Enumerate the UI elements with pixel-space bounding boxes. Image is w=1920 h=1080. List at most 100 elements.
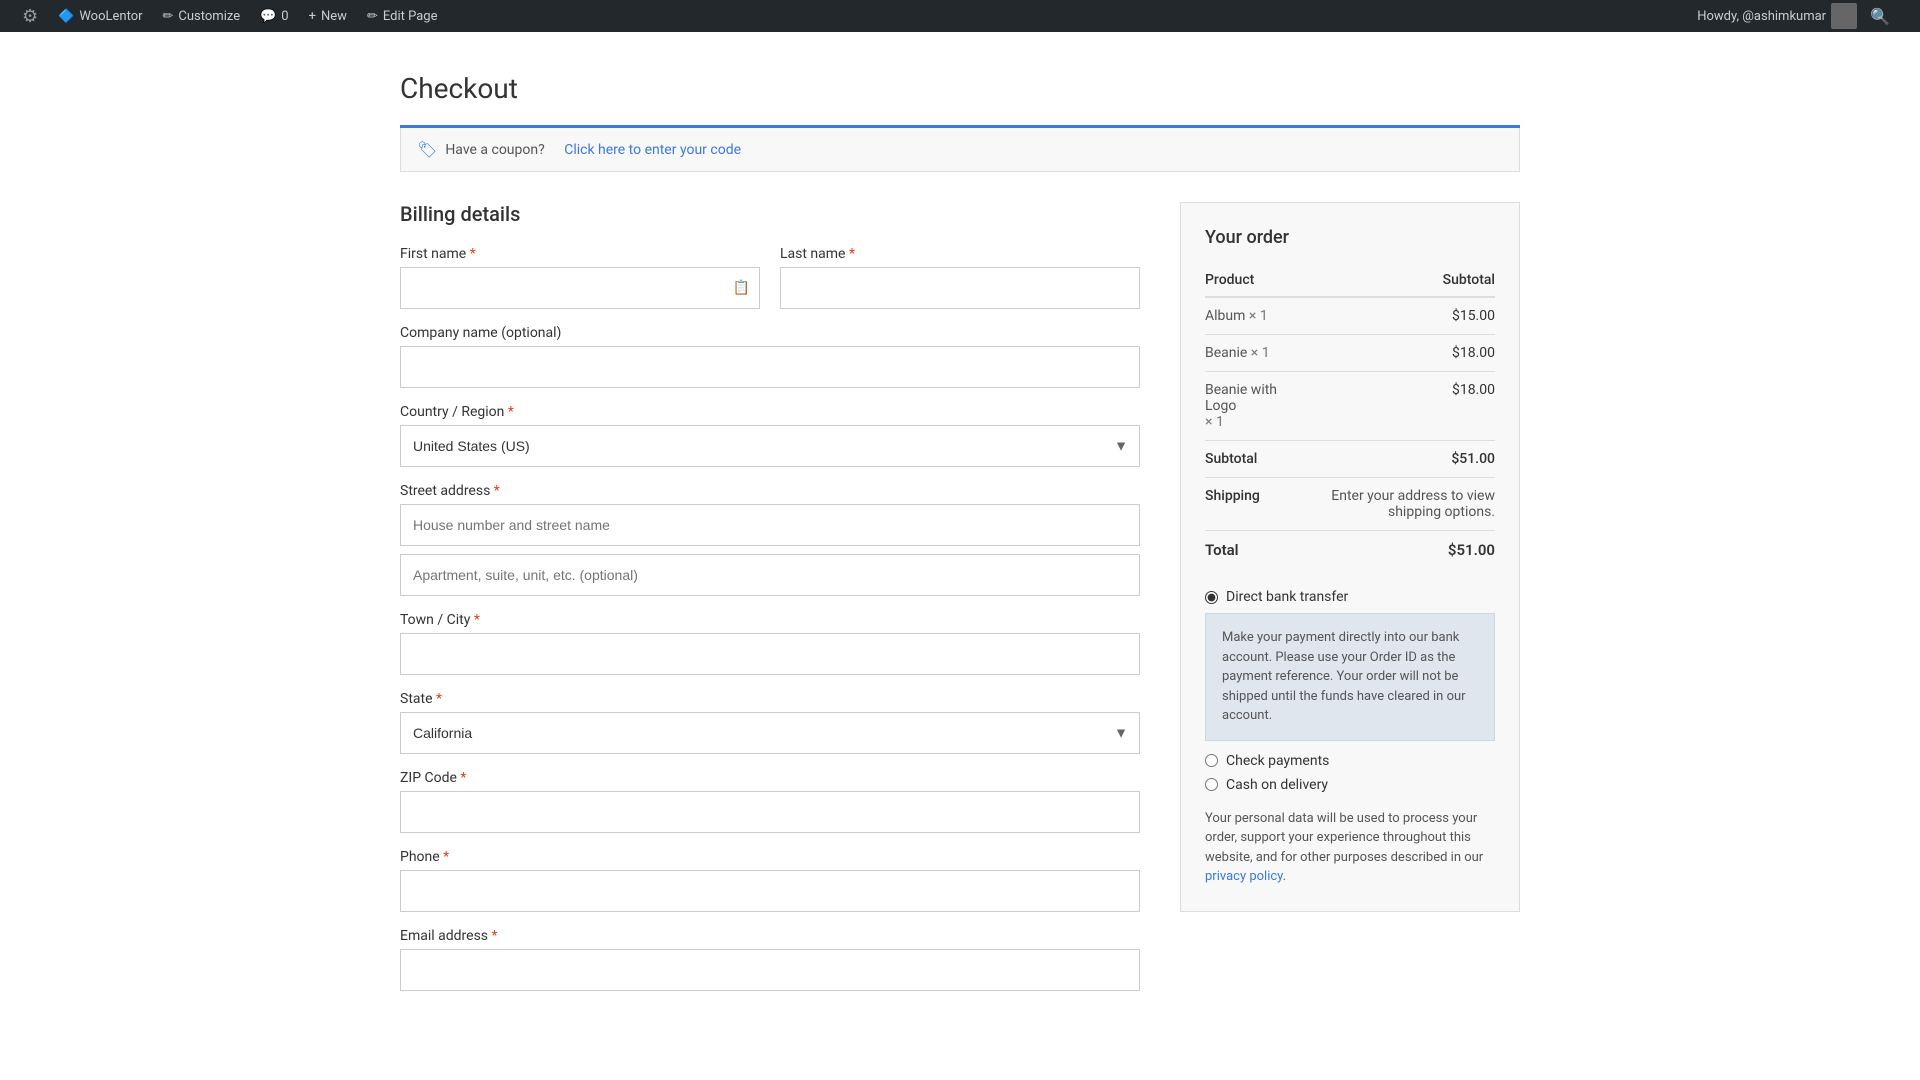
- new-button[interactable]: + New: [299, 0, 357, 32]
- zip-required: *: [460, 770, 466, 786]
- admin-greeting: Howdy, @ashimkumar 🔍: [1687, 3, 1908, 29]
- edit-page-button[interactable]: ✏ Edit Page: [357, 0, 448, 32]
- page-title: Checkout: [400, 72, 1520, 105]
- state-select[interactable]: California: [400, 712, 1140, 754]
- phone-label: Phone *: [400, 849, 1140, 865]
- email-required: *: [492, 928, 498, 944]
- street-label: Street address *: [400, 483, 1140, 499]
- order-item-beanie-logo: Beanie with Logo× 1 $18.00: [1205, 372, 1495, 441]
- subtotal-label: Subtotal: [1205, 441, 1295, 478]
- order-title: Your order: [1205, 227, 1495, 248]
- coupon-notice-wrap: 🏷 Have a coupon? Click here to enter you…: [400, 125, 1520, 172]
- order-item-beanie-name: Beanie × 1: [1205, 335, 1295, 372]
- first-name-icon: 📋: [733, 280, 750, 296]
- last-name-input[interactable]: [780, 267, 1140, 309]
- payment-radio-check[interactable]: [1205, 754, 1218, 767]
- email-label: Email address *: [400, 928, 1140, 944]
- billing-section-title: Billing details: [400, 202, 1140, 226]
- phone-input[interactable]: [400, 870, 1140, 912]
- phone-required: *: [443, 849, 449, 865]
- checkout-layout: Billing details First name * 📋: [400, 202, 1520, 1007]
- company-row: Company name (optional): [400, 325, 1140, 388]
- payment-section: Direct bank transfer Make your payment d…: [1205, 589, 1495, 887]
- admin-bar: ⚙ 🔷 WooLentor ✏ Customize 💬 0 + New ✏ Ed…: [0, 0, 1920, 32]
- email-row: Email address *: [400, 928, 1140, 991]
- zip-input[interactable]: [400, 791, 1140, 833]
- page-wrapper: Checkout 🏷 Have a coupon? Click here to …: [0, 32, 1920, 1080]
- company-label: Company name (optional): [400, 325, 1140, 341]
- payment-label-direct-bank[interactable]: Direct bank transfer: [1226, 589, 1348, 605]
- last-name-label: Last name *: [780, 246, 1140, 262]
- town-required: *: [474, 612, 480, 628]
- company-input[interactable]: [400, 346, 1140, 388]
- shipping-value: Enter your address to view shipping opti…: [1295, 478, 1495, 531]
- coupon-notice: 🏷 Have a coupon? Click here to enter you…: [400, 128, 1520, 172]
- town-row: Town / City *: [400, 612, 1140, 675]
- total-value: $51.00: [1295, 531, 1495, 570]
- order-table: Product Subtotal Album × 1 $15.00: [1205, 264, 1495, 569]
- shipping-row: Shipping Enter your address to view ship…: [1205, 478, 1495, 531]
- country-row: Country / Region * United States (US) ▼: [400, 404, 1140, 467]
- payment-radio-cash[interactable]: [1205, 778, 1218, 791]
- product-col-header: Product: [1205, 264, 1295, 297]
- subtotal-col-header: Subtotal: [1295, 264, 1495, 297]
- first-name-required: *: [470, 246, 476, 262]
- phone-row: Phone *: [400, 849, 1140, 912]
- shipping-label: Shipping: [1205, 478, 1295, 531]
- first-name-input[interactable]: [400, 267, 760, 309]
- payment-radio-direct-bank[interactable]: [1205, 591, 1218, 604]
- email-input[interactable]: [400, 949, 1140, 991]
- billing-column: Billing details First name * 📋: [400, 202, 1140, 1007]
- street-row: Street address *: [400, 483, 1140, 596]
- country-label: Country / Region *: [400, 404, 1140, 420]
- payment-description-direct-bank: Make your payment directly into our bank…: [1205, 613, 1495, 741]
- payment-option-direct-bank: Direct bank transfer: [1205, 589, 1495, 605]
- street-input-2[interactable]: [400, 554, 1140, 596]
- total-row: Total $51.00: [1205, 531, 1495, 570]
- country-required: *: [508, 404, 514, 420]
- first-name-field: First name * 📋: [400, 246, 760, 309]
- woolentor-button[interactable]: 🔷 WooLentor: [48, 0, 152, 32]
- last-name-required: *: [849, 246, 855, 262]
- order-item-album-name: Album × 1: [1205, 297, 1295, 335]
- first-name-label: First name *: [400, 246, 760, 262]
- zip-label: ZIP Code *: [400, 770, 1140, 786]
- payment-option-check: Check payments: [1205, 753, 1495, 769]
- coupon-icon: 🏷: [417, 140, 437, 159]
- name-row: First name * 📋 Last name *: [400, 246, 1140, 309]
- payment-option-cash: Cash on delivery: [1205, 777, 1495, 793]
- content-area: Checkout 🏷 Have a coupon? Click here to …: [380, 32, 1540, 1067]
- order-item-beanie-logo-name: Beanie with Logo× 1: [1205, 372, 1295, 441]
- first-name-input-wrap: 📋: [400, 267, 760, 309]
- payment-label-cash[interactable]: Cash on delivery: [1226, 777, 1328, 793]
- coupon-link[interactable]: Click here to enter your code: [564, 142, 741, 158]
- order-item-album: Album × 1 $15.00: [1205, 297, 1495, 335]
- state-label: State *: [400, 691, 1140, 707]
- admin-avatar: [1831, 3, 1857, 29]
- street-required: *: [494, 483, 500, 499]
- country-select[interactable]: United States (US): [400, 425, 1140, 467]
- comments-button[interactable]: 💬 0: [250, 0, 299, 32]
- order-item-beanie: Beanie × 1 $18.00: [1205, 335, 1495, 372]
- state-select-wrap: California ▼: [400, 712, 1140, 754]
- total-label: Total: [1205, 531, 1295, 570]
- state-row: State * California ▼: [400, 691, 1140, 754]
- town-input[interactable]: [400, 633, 1140, 675]
- payment-label-check[interactable]: Check payments: [1226, 753, 1329, 769]
- street-input-1[interactable]: [400, 504, 1140, 546]
- privacy-notice: Your personal data will be used to proce…: [1205, 809, 1495, 887]
- customize-button[interactable]: ✏ Customize: [153, 0, 251, 32]
- last-name-field: Last name *: [780, 246, 1140, 309]
- order-item-beanie-logo-price: $18.00: [1295, 372, 1495, 441]
- order-item-album-price: $15.00: [1295, 297, 1495, 335]
- order-column: Your order Product Subtotal Album × 1: [1180, 202, 1520, 912]
- country-select-wrap: United States (US) ▼: [400, 425, 1140, 467]
- privacy-policy-link[interactable]: privacy policy: [1205, 869, 1283, 884]
- zip-row: ZIP Code *: [400, 770, 1140, 833]
- state-required: *: [436, 691, 442, 707]
- subtotal-value: $51.00: [1295, 441, 1495, 478]
- order-box: Your order Product Subtotal Album × 1: [1180, 202, 1520, 912]
- town-label: Town / City *: [400, 612, 1140, 628]
- wp-logo-button[interactable]: ⚙: [12, 0, 48, 32]
- search-icon[interactable]: 🔍: [1862, 7, 1898, 26]
